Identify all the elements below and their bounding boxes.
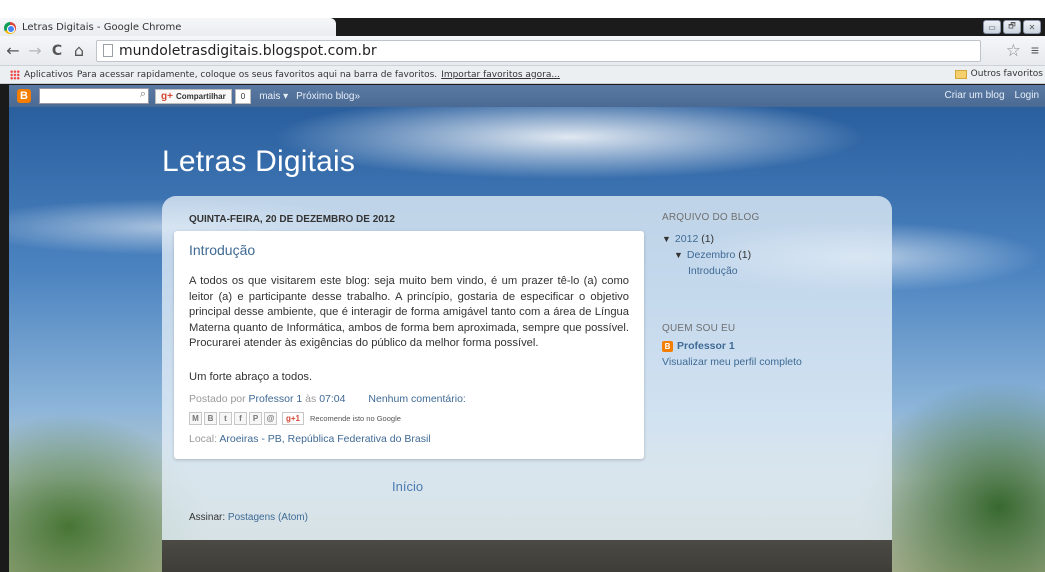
blogger-logo-icon[interactable]: B — [17, 89, 31, 103]
share-button[interactable]: g+ Compartilhar — [155, 88, 232, 104]
archive-year[interactable]: ▼ 2012 (1) — [662, 231, 882, 247]
maximize-button[interactable]: 🗗 — [1003, 20, 1021, 34]
tab-title: Letras Digitais - Google Chrome — [22, 22, 182, 33]
blogger-profile-icon: B — [662, 340, 673, 352]
recommend-label: Recomende isto no Google — [310, 414, 401, 423]
profile-name-link[interactable]: Professor 1 — [677, 340, 735, 352]
close-button[interactable]: ✕ — [1023, 20, 1041, 34]
url-text[interactable]: mundoletrasdigitais.blogspot.com.br — [119, 43, 377, 59]
browser-tab[interactable]: Letras Digitais - Google Chrome — [0, 18, 336, 37]
archive-month[interactable]: ▼ Dezembro (1) — [662, 247, 882, 263]
author-link[interactable]: Professor 1 — [249, 393, 303, 405]
chrome-logo-icon — [4, 21, 16, 34]
forward-button[interactable]: → — [26, 41, 44, 60]
search-icon[interactable]: ⌕ — [140, 88, 146, 101]
date-header: QUINTA-FEIRA, 20 DE DEZEMBRO DE 2012 — [189, 214, 395, 225]
home-button[interactable]: ⌂ — [70, 41, 88, 60]
post-location: Local: Aroeiras - PB, República Federati… — [189, 433, 431, 445]
email-share-icon[interactable]: M — [189, 412, 202, 425]
atom-feed-link[interactable]: Postagens (Atom) — [228, 512, 308, 523]
facebook-share-icon[interactable]: f — [234, 412, 247, 425]
other-bookmarks-label: Outros favoritos — [970, 69, 1043, 79]
page-icon — [103, 44, 113, 57]
at-label: às — [305, 393, 317, 405]
subscribe: Assinar: Postagens (Atom) — [189, 512, 308, 523]
window-controls: ▭ 🗗 ✕ — [983, 20, 1041, 34]
comments-link[interactable]: Nenhum comentário: — [368, 393, 465, 405]
post-time-link[interactable]: 07:04 — [319, 393, 345, 405]
bookmark-star-icon[interactable]: ☆ — [1006, 41, 1021, 61]
plus-one-button[interactable]: g+1 — [282, 412, 305, 425]
next-blog-link[interactable]: Próximo blog» — [296, 91, 360, 102]
archive-post-link[interactable]: Introdução — [662, 263, 882, 279]
post-footer: Postado por Professor 1 às 07:04 Nenhum … — [189, 393, 466, 405]
twitter-share-icon[interactable]: t — [219, 412, 232, 425]
location-link[interactable]: Aroeiras - PB, República Federativa do B… — [219, 433, 430, 445]
navbar-right: Criar um blog Login — [945, 90, 1040, 101]
archive-month-count: (1) — [738, 249, 752, 261]
expand-triangle-icon[interactable]: ▼ — [662, 234, 671, 244]
import-bookmarks-link[interactable]: Importar favoritos agora... — [441, 70, 560, 80]
expand-triangle-icon[interactable]: ▼ — [674, 250, 683, 260]
browser-toolbar: ← → C ⌂ mundoletrasdigitais.blogspot.com… — [0, 36, 1045, 66]
home-link[interactable]: Início — [392, 479, 423, 494]
blog-page: Letras Digitais QUINTA-FEIRA, 20 DE DEZE… — [9, 107, 1045, 572]
back-button[interactable]: ← — [4, 41, 22, 60]
footer-panel — [162, 540, 892, 572]
content-panel: QUINTA-FEIRA, 20 DE DEZEMBRO DE 2012 Int… — [162, 196, 892, 556]
share-count: 0 — [234, 88, 252, 104]
share-row: M B t f P @ g+1 Recomende isto no Google — [189, 412, 401, 425]
post-card: Introdução A todos os que visitarem este… — [174, 231, 644, 459]
screen: Letras Digitais - Google Chrome ▭ 🗗 ✕ ← … — [0, 0, 1045, 572]
bookmarks-hint: Para acessar rapidamente, coloque os seu… — [76, 69, 438, 80]
bookmarks-bar: Aplicativos Para acessar rapidamente, co… — [0, 66, 1045, 84]
reload-button[interactable]: C — [48, 42, 66, 60]
minimize-button[interactable]: ▭ — [983, 20, 1001, 34]
view-profile-link[interactable]: Visualizar meu perfil completo — [662, 356, 882, 368]
location-label: Local: — [189, 433, 218, 445]
blogger-navbar: B ⌕ g+ Compartilhar 0 mais ▾ Próximo blo… — [9, 85, 1045, 107]
about-heading: QUEM SOU EU — [662, 323, 736, 334]
blog-title[interactable]: Letras Digitais — [162, 145, 355, 179]
blogger-share-icon[interactable]: B — [204, 412, 217, 425]
post-title[interactable]: Introdução — [189, 242, 255, 258]
archive-heading: ARQUIVO DO BLOG — [662, 212, 760, 223]
subscribe-label: Assinar: — [189, 512, 226, 523]
create-blog-link[interactable]: Criar um blog — [945, 90, 1005, 101]
pinterest-share-icon[interactable]: P — [249, 412, 262, 425]
posted-by-label: Postado por — [189, 393, 246, 405]
blog-search-input[interactable]: ⌕ — [39, 88, 149, 104]
sidebar: ARQUIVO DO BLOG ▼ 2012 (1) ▼ Dezembro (1) … — [662, 212, 882, 368]
title-bar: Letras Digitais - Google Chrome ▭ 🗗 ✕ — [0, 18, 1045, 37]
archive-year-label[interactable]: 2012 — [675, 233, 698, 245]
orkut-share-icon[interactable]: @ — [264, 412, 277, 425]
apps-icon[interactable] — [10, 69, 20, 80]
other-bookmarks[interactable]: Outros favoritos — [954, 69, 1043, 79]
archive-month-label[interactable]: Dezembro — [687, 249, 735, 261]
archive-year-count: (1) — [701, 233, 715, 245]
apps-link[interactable]: Aplicativos — [24, 70, 73, 80]
menu-icon[interactable]: ≡ — [1031, 42, 1039, 58]
archive-list: ▼ 2012 (1) ▼ Dezembro (1) Introdução — [662, 231, 882, 279]
google-plus-icon: g+ — [161, 90, 173, 102]
post-body: A todos os que visitarem este blog: seja… — [189, 275, 629, 349]
folder-icon — [954, 69, 967, 79]
share-label: Compartilhar — [175, 91, 226, 101]
address-bar[interactable]: mundoletrasdigitais.blogspot.com.br — [96, 39, 981, 62]
login-link[interactable]: Login — [1015, 90, 1039, 101]
profile[interactable]: B Professor 1 — [662, 340, 882, 352]
more-menu[interactable]: mais ▾ — [259, 91, 288, 102]
post-greeting: Um forte abraço a todos. — [189, 371, 313, 383]
